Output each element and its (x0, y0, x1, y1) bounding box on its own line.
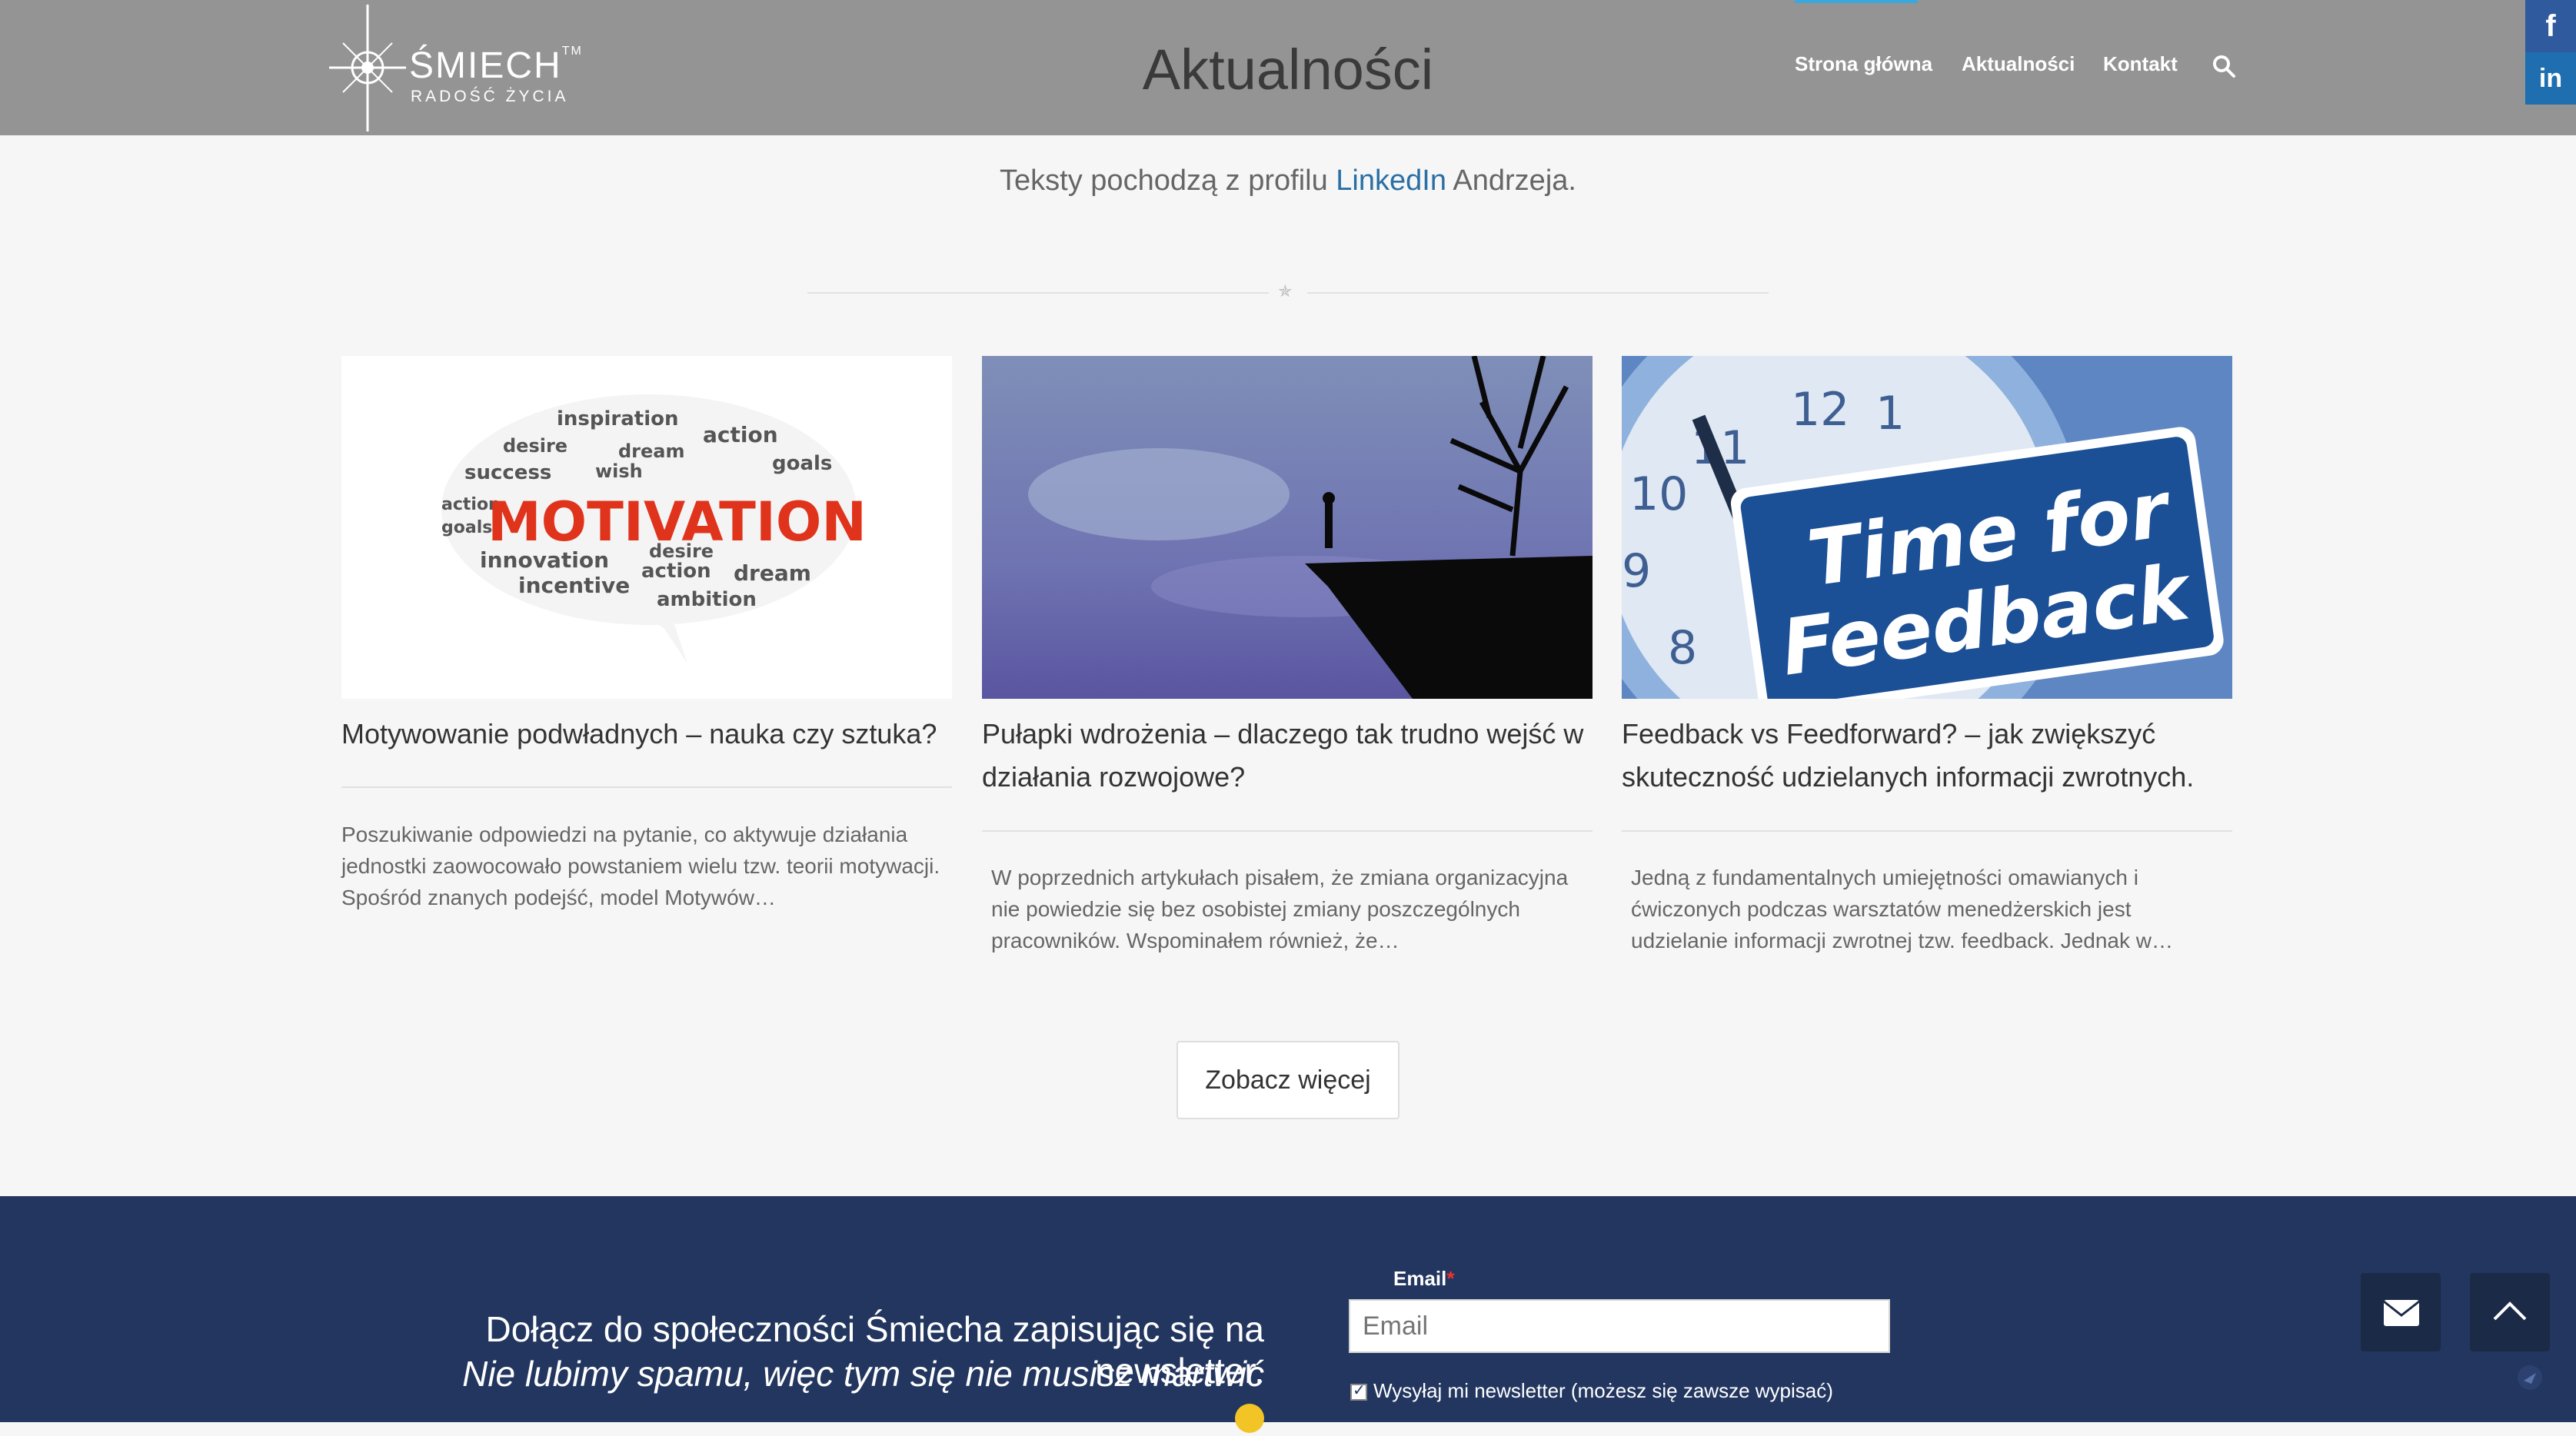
facebook-icon: f (2545, 9, 2556, 43)
nav-home[interactable]: Strona główna (1795, 52, 1932, 76)
contact-mail-button[interactable] (2361, 1273, 2441, 1351)
divider-left (807, 292, 1269, 294)
post-divider (341, 786, 952, 788)
linkedin-button[interactable]: in (2525, 52, 2576, 105)
post-excerpt: Poszukiwanie odpowiedzi na pytanie, co a… (341, 823, 940, 909)
svg-text:dream: dream (618, 440, 685, 462)
svg-text:8: 8 (1668, 621, 1697, 675)
post-excerpt: Jedną z fundamentalnych umiejętności oma… (1631, 866, 2174, 952)
logo[interactable]: ŚMIECHTM RADOŚĆ ŻYCIA (329, 5, 581, 131)
divider-right (1307, 292, 1769, 294)
newsletter-section (0, 1196, 2576, 1422)
logo-tagline: RADOŚĆ ŻYCIA (411, 88, 569, 105)
newsletter-checkbox[interactable] (1350, 1381, 1367, 1401)
email-field[interactable] (1349, 1299, 1890, 1353)
post-image-feedback[interactable]: 12 1 11 10 9 8 Time for Feedback (1622, 356, 2232, 699)
svg-text:1: 1 (1875, 387, 1905, 440)
svg-text:ambition: ambition (657, 588, 757, 611)
svg-text:inspiration: inspiration (557, 407, 679, 430)
facebook-button[interactable]: f (2525, 0, 2576, 52)
linkedin-link[interactable]: LinkedIn (1336, 165, 1446, 197)
envelope-icon (2383, 1300, 2420, 1326)
newsletter-checkbox-label: Wysyłaj mi newsletter (możesz się zawsze… (1373, 1379, 1833, 1402)
post-title[interactable]: Motywowanie podwładnych – nauka czy sztu… (341, 713, 952, 756)
active-nav-indicator (1795, 0, 1918, 3)
compass-star-icon (329, 5, 406, 131)
logo-name: ŚMIECHTM (409, 45, 583, 86)
arrow-icon (2518, 1365, 2542, 1390)
svg-text:action: action (641, 560, 711, 583)
linkedin-icon: in (2538, 64, 2563, 93)
svg-text:desire: desire (503, 435, 567, 457)
chevron-up-icon (2493, 1301, 2527, 1321)
intro-text: Teksty pochodzą z profilu LinkedIn Andrz… (1000, 165, 1576, 197)
svg-text:10: 10 (1629, 467, 1688, 521)
svg-text:success: success (464, 461, 551, 484)
email-label: Email* (1393, 1267, 1455, 1290)
post-divider (1622, 830, 2232, 832)
svg-text:12: 12 (1791, 383, 1849, 437)
site-header: ŚMIECHTM RADOŚĆ ŻYCIA Aktualności Strona… (0, 0, 2576, 135)
svg-text:goals: goals (441, 518, 492, 537)
svg-text:action: action (703, 422, 778, 447)
post-image-motivation[interactable]: inspiration action desire dream goals su… (341, 356, 952, 699)
star-icon: ✯ (1278, 281, 1293, 301)
svg-text:incentive: incentive (518, 573, 630, 598)
svg-text:wish: wish (595, 460, 643, 482)
nav-news[interactable]: Aktualności (1962, 52, 2075, 76)
page-title: Aktualności (1142, 38, 1434, 101)
scroll-top-button[interactable] (2470, 1273, 2550, 1351)
post-divider (982, 830, 1593, 832)
svg-text:goals: goals (772, 452, 832, 475)
post-title[interactable]: Pułapki wdrożenia – dlaczego tak trudno … (982, 713, 1593, 799)
smiley-icon (1235, 1403, 1264, 1433)
svg-text:MOTIVATION: MOTIVATION (488, 490, 867, 553)
svg-text:dream: dream (734, 560, 811, 586)
search-icon[interactable] (2212, 54, 2236, 78)
see-more-button[interactable]: Zobacz więcej (1177, 1041, 1399, 1119)
nav-contact[interactable]: Kontakt (2103, 52, 2178, 76)
post-image-cliff[interactable] (982, 356, 1593, 699)
post-excerpt: W poprzednich artykułach pisałem, że zmi… (991, 866, 1569, 952)
newsletter-subheading: Nie lubimy spamu, więc tym się nie musis… (431, 1353, 1264, 1436)
svg-text:9: 9 (1622, 544, 1651, 598)
post-title[interactable]: Feedback vs Feedforward? – jak zwiększyć… (1622, 713, 2232, 799)
